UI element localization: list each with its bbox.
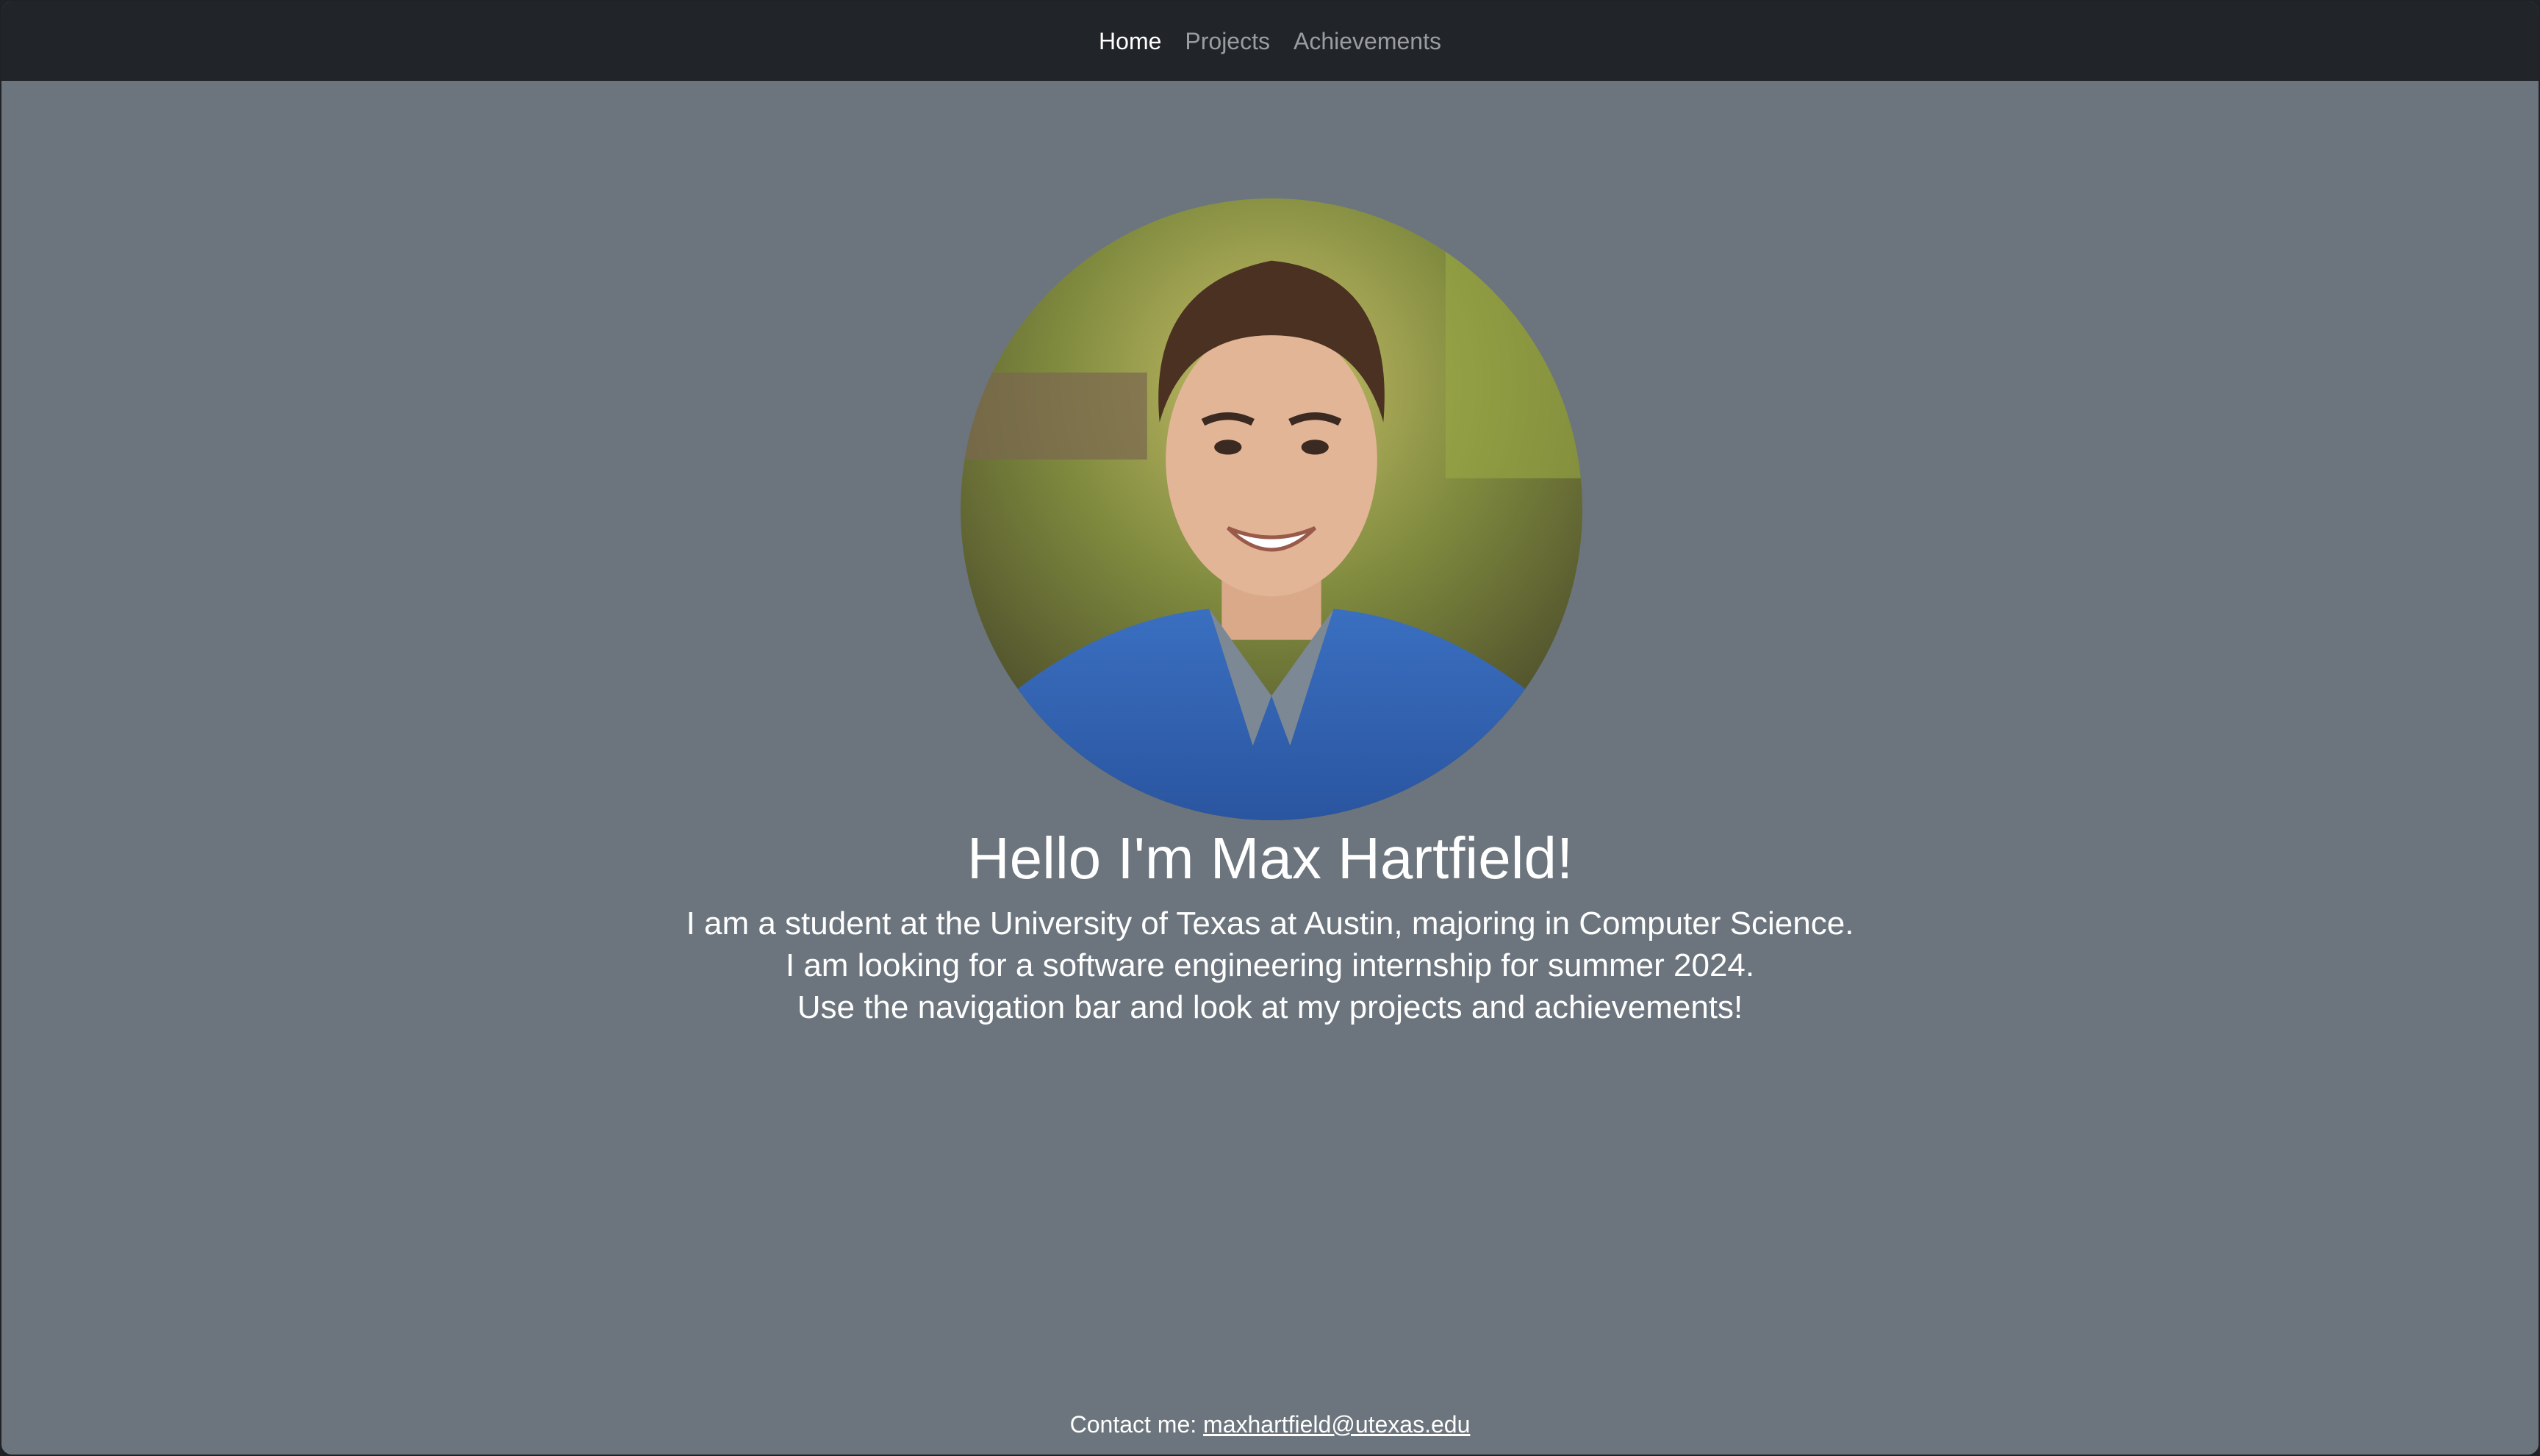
email-link[interactable]: maxhartfield@utexas.edu [1203, 1411, 1470, 1438]
nav-achievements-link[interactable]: Achievements [1294, 28, 1441, 55]
intro-line-3: Use the navigation bar and look at my pr… [797, 989, 1743, 1025]
top-navbar: Home Projects Achievements [1, 1, 2539, 81]
nav-projects-link[interactable]: Projects [1185, 28, 1270, 55]
page-title: Hello I'm Max Hartfield! [966, 825, 1574, 891]
intro-line-2: I am looking for a software engineering … [785, 947, 1755, 983]
nav-home-link[interactable]: Home [1099, 28, 1161, 55]
contact-label: Contact me: [1069, 1411, 1197, 1438]
intro-line-1: I am a student at the University of Texa… [686, 905, 1854, 942]
profile-photo [961, 198, 1582, 820]
contact-footer: Contact me: maxhartfield@utexas.edu [1, 1410, 2539, 1439]
browser-viewport: Home Projects Achievements Hello I'm Max… [0, 0, 2540, 1456]
intro-text: I am a student at the University of Texa… [1, 903, 2539, 1028]
